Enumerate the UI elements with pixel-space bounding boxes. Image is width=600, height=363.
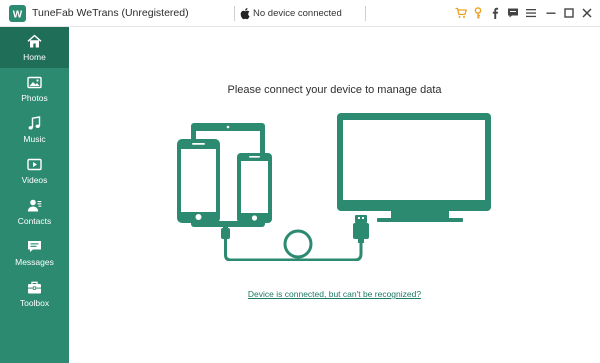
sidebar-item-photos[interactable]: Photos xyxy=(0,68,69,109)
cart-icon[interactable] xyxy=(455,7,467,19)
sidebar-item-label: Photos xyxy=(21,93,48,103)
sidebar-item-label: Contacts xyxy=(17,216,52,226)
minimize-icon[interactable] xyxy=(545,7,557,19)
photos-icon xyxy=(27,75,42,90)
key-icon[interactable] xyxy=(472,7,484,19)
music-icon xyxy=(27,116,42,131)
main-panel: Please connect your device to manage dat… xyxy=(69,27,600,363)
app-title: TuneFab WeTrans (Unregistered) xyxy=(32,7,189,19)
divider xyxy=(365,6,366,21)
messages-icon xyxy=(27,239,42,254)
divider xyxy=(234,6,235,21)
toolbox-icon xyxy=(27,280,42,295)
facebook-icon[interactable] xyxy=(489,7,501,19)
sidebar-item-label: Toolbox xyxy=(19,298,50,308)
sidebar-item-messages[interactable]: Messages xyxy=(0,232,69,273)
title-bar: W TuneFab WeTrans (Unregistered) No devi… xyxy=(0,0,600,27)
device-selector[interactable]: No device connected xyxy=(234,0,366,27)
svg-text:W: W xyxy=(13,10,23,21)
contacts-icon xyxy=(27,198,42,213)
device-not-recognized-link[interactable]: Device is connected, but can't be recogn… xyxy=(69,289,600,299)
sidebar-item-label: Home xyxy=(23,52,46,62)
sidebar-item-label: Music xyxy=(23,134,46,144)
sidebar-item-home[interactable]: Home xyxy=(0,27,69,68)
maximize-icon[interactable] xyxy=(563,7,575,19)
sidebar: Home Photos Music Videos Contacts Messag… xyxy=(0,27,69,363)
home-icon xyxy=(27,34,42,49)
sidebar-item-label: Videos xyxy=(21,175,48,185)
sidebar-item-contacts[interactable]: Contacts xyxy=(0,191,69,232)
connect-device-illustration xyxy=(177,111,497,266)
close-icon[interactable] xyxy=(581,7,593,19)
connect-prompt: Please connect your device to manage dat… xyxy=(227,84,442,96)
device-status: No device connected xyxy=(253,8,342,19)
sidebar-item-toolbox[interactable]: Toolbox xyxy=(0,273,69,314)
app-logo-icon: W xyxy=(9,5,26,22)
sidebar-item-music[interactable]: Music xyxy=(0,109,69,150)
apple-icon xyxy=(240,7,251,20)
sidebar-item-videos[interactable]: Videos xyxy=(0,150,69,191)
menu-icon[interactable] xyxy=(525,7,537,19)
sidebar-item-label: Messages xyxy=(15,257,54,267)
videos-icon xyxy=(27,157,42,172)
chat-icon[interactable] xyxy=(507,7,519,19)
